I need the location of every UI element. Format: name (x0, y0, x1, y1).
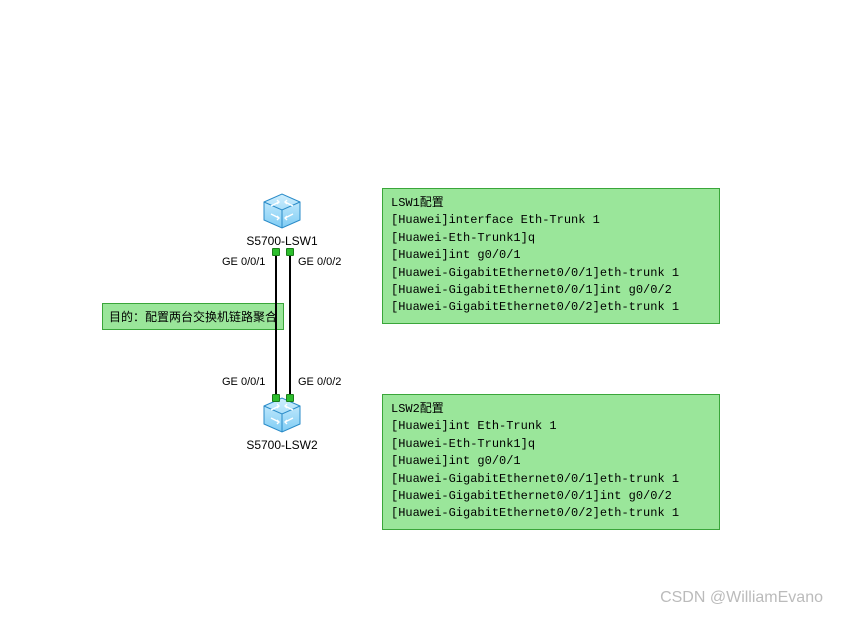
config-line: [Huawei-Eth-Trunk1]q (391, 231, 535, 245)
port-label-lsw1-2: GE 0/0/2 (298, 256, 341, 268)
config-line: [Huawei-GigabitEthernet0/0/2]eth-trunk 1 (391, 506, 679, 520)
config-line: [Huawei]int Eth-Trunk 1 (391, 419, 557, 433)
port-dot (286, 394, 294, 402)
link-2 (289, 250, 291, 400)
config-line: [Huawei]int g0/0/1 (391, 248, 521, 262)
port-label-lsw2-2: GE 0/0/2 (298, 376, 341, 388)
config-line: [Huawei-GigabitEthernet0/0/1]eth-trunk 1 (391, 472, 679, 486)
switch-lsw1-icon (262, 190, 302, 230)
config-title: LSW2配置 (391, 402, 444, 416)
port-label-lsw1-1: GE 0/0/1 (222, 256, 265, 268)
config-title: LSW1配置 (391, 196, 444, 210)
port-dot (272, 394, 280, 402)
link-1 (275, 250, 277, 400)
switch-lsw2-label: S5700-LSW2 (232, 438, 332, 452)
port-label-lsw2-1: GE 0/0/1 (222, 376, 265, 388)
switch-lsw2-icon (262, 394, 302, 434)
port-dot (272, 248, 280, 256)
lsw2-config-box: LSW2配置 [Huawei]int Eth-Trunk 1 [Huawei-E… (382, 394, 720, 530)
config-line: [Huawei-GigabitEthernet0/0/2]eth-trunk 1 (391, 300, 679, 314)
diagram-canvas: 目的：配置两台交换机链路聚合 S5700-LSW1 (0, 0, 843, 619)
config-line: [Huawei-GigabitEthernet0/0/1]int g0/0/2 (391, 489, 672, 503)
config-line: [Huawei-GigabitEthernet0/0/1]eth-trunk 1 (391, 266, 679, 280)
purpose-note: 目的：配置两台交换机链路聚合 (102, 303, 284, 330)
purpose-text: 目的：配置两台交换机链路聚合 (109, 310, 277, 324)
config-line: [Huawei-Eth-Trunk1]q (391, 437, 535, 451)
config-line: [Huawei-GigabitEthernet0/0/1]int g0/0/2 (391, 283, 672, 297)
lsw1-config-box: LSW1配置 [Huawei]interface Eth-Trunk 1 [Hu… (382, 188, 720, 324)
config-line: [Huawei]int g0/0/1 (391, 454, 521, 468)
config-line: [Huawei]interface Eth-Trunk 1 (391, 213, 600, 227)
watermark: CSDN @WilliamEvano (660, 589, 823, 607)
switch-lsw1-label: S5700-LSW1 (232, 234, 332, 248)
port-dot (286, 248, 294, 256)
